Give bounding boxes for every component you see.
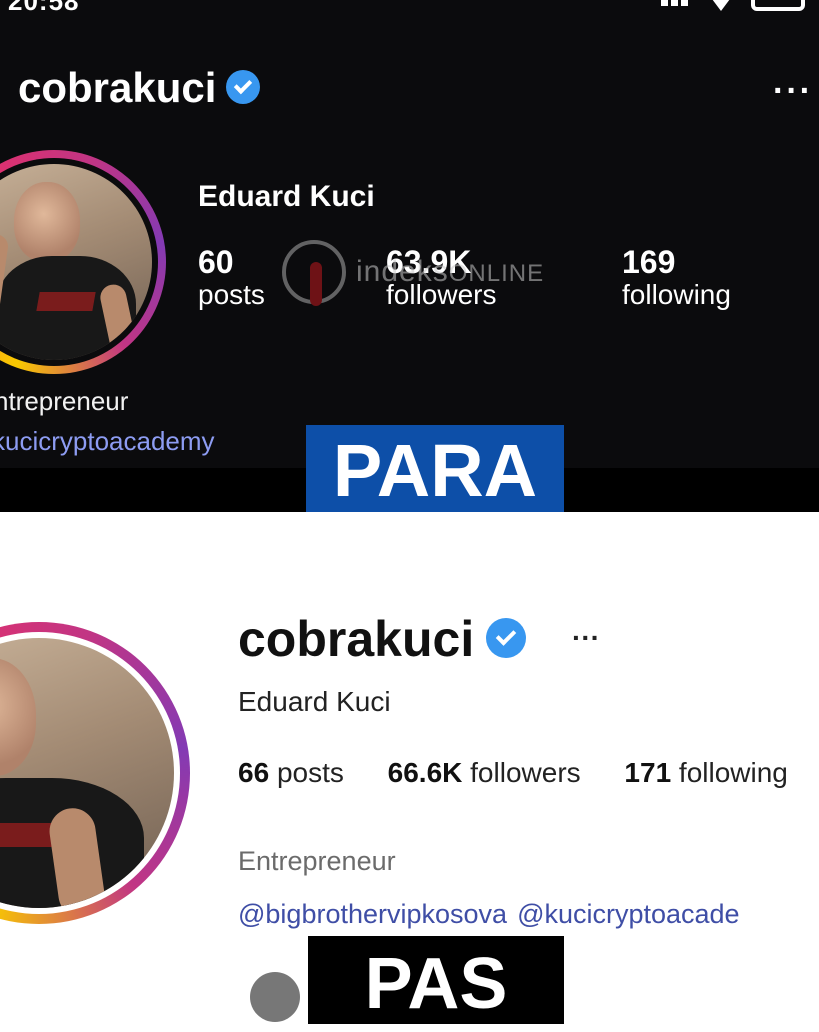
username-text: cobrakuci [238,611,475,667]
stat-followers[interactable]: 63.9K followers [386,244,496,311]
profile-photo [0,638,174,908]
more-options-button[interactable]: ··· [572,622,600,654]
profile-username: cobrakuci [18,64,261,112]
bio-links: @bigbrothervipkosova @kucicryptoacade [238,899,750,930]
status-bar-time: 20:58 [8,0,80,16]
profile-photo [0,164,152,360]
full-name: Eduard Kuci [198,180,375,213]
bio-link[interactable]: @bigbrothervipkosova [238,899,507,929]
stat-value: 66.6K [387,757,463,788]
battery-icon [751,0,805,11]
stat-label: followers [470,757,581,788]
avatar [0,632,180,914]
verified-badge-icon [226,69,261,104]
bio-text: ntrepreneur [0,386,129,416]
story-ring[interactable] [0,622,190,924]
watermark-icon [282,240,346,306]
stat-value: 169 [622,244,676,280]
dark-profile-screenshot: 20:58 cobrakuci ··· Eduard Kuci 60 posts… [0,0,819,468]
profile-stats: 66 posts 66.6K followers 171 following [238,757,819,789]
stat-label: posts [198,279,265,310]
signal-icon [661,0,691,11]
stat-following[interactable]: 169 following [622,244,731,311]
stat-followers[interactable]: 66.6K followers [388,757,581,788]
username-text: cobrakuci [18,64,217,111]
stat-label: following [678,757,788,788]
wifi-icon [709,0,733,11]
verified-badge-icon [486,617,527,658]
more-options-button[interactable]: ··· [773,72,813,111]
highlight-thumbnail[interactable] [250,972,300,1022]
profile-username: cobrakuci [238,610,527,668]
bio-link[interactable]: @kucicryptoacade [517,899,740,929]
stat-label: followers [386,279,497,310]
pas-label: PAS [308,936,564,1024]
para-label: PARA [306,425,564,513]
bio-text: Entrepreneur [238,846,396,876]
stat-following[interactable]: 171 following [624,757,787,788]
bio-link[interactable]: kucicryptoacademy [0,426,215,457]
stat-value: 63.9K [386,244,472,280]
stat-posts[interactable]: 66 posts [238,757,344,788]
status-bar-icons [661,0,805,11]
stat-posts[interactable]: 60 posts [198,244,265,311]
stat-value: 66 [238,757,270,788]
stat-label: posts [276,757,344,788]
stat-label: following [622,279,731,310]
avatar [0,158,158,366]
stat-value: 171 [624,757,672,788]
story-ring[interactable] [0,150,166,374]
full-name: Eduard Kuci [238,686,391,717]
stat-value: 60 [198,244,234,280]
